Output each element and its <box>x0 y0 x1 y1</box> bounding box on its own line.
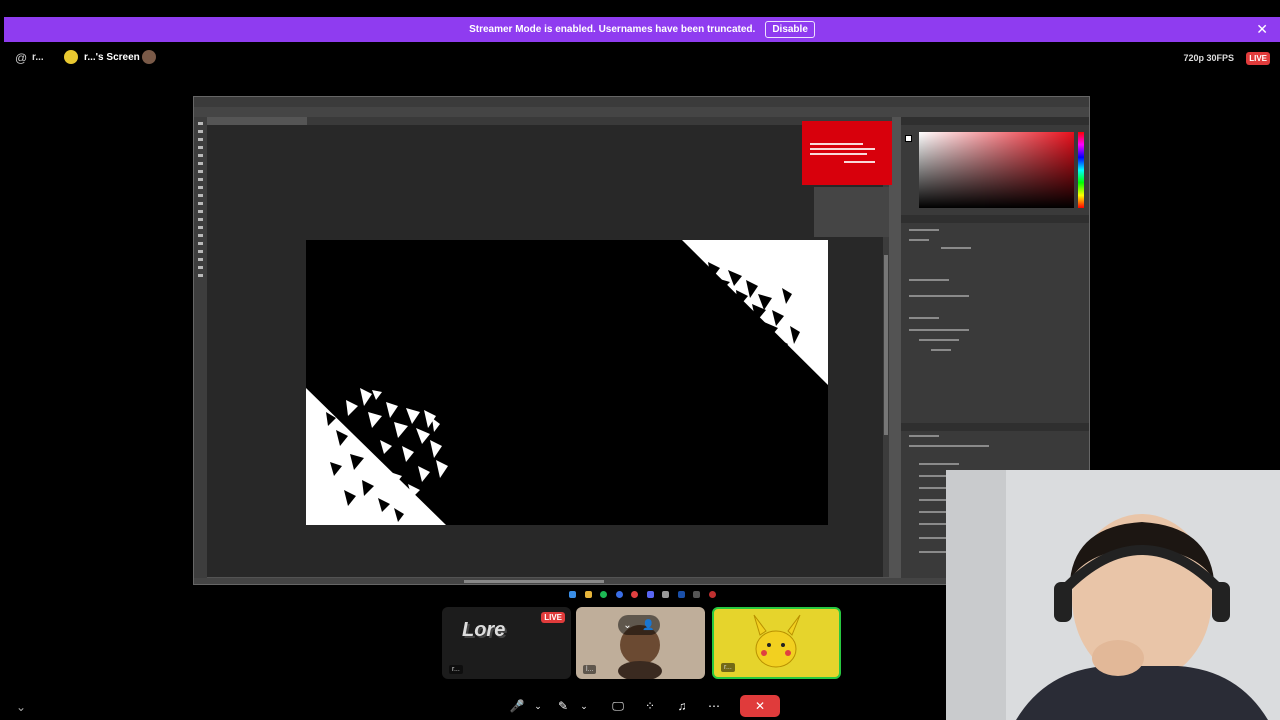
tile-live-badge: LIVE <box>541 612 565 623</box>
mic-options-chevron-icon[interactable]: ⌄ <box>528 697 548 715</box>
collapse-chevron-icon[interactable]: ⌄ <box>16 700 26 714</box>
channel-user[interactable]: r... <box>32 52 44 63</box>
chevron-down-icon[interactable]: ⌄ <box>623 620 631 631</box>
activities-icon[interactable]: ⁘ <box>640 697 660 715</box>
banner-message: Streamer Mode is enabled. Usernames have… <box>469 24 756 35</box>
ps-foreground-swatch <box>905 135 912 142</box>
tile-controls[interactable]: ⌄ 👤 <box>618 615 660 635</box>
tile-username: r... <box>449 665 463 674</box>
ps-toolbar <box>194 117 207 581</box>
participant-tile-speaking[interactable]: r... <box>712 607 841 679</box>
photoshop-icon <box>677 590 685 598</box>
tile-username: l... <box>583 665 597 674</box>
at-icon: @ <box>15 51 28 65</box>
screen-title: r...'s Screen <box>84 52 140 63</box>
ps-color-picker <box>919 132 1074 208</box>
stream-quality: 720p 30FPS <box>1183 53 1234 63</box>
participant-tile-stream[interactable]: Lore LIVE r... <box>442 607 571 679</box>
close-icon[interactable]: ✕ <box>1256 21 1268 37</box>
terminal-icon <box>693 590 701 598</box>
call-controls: 🎤 ⌄ ✎ ⌄ 🖵 ⁘ ♫ ⋯ ✕ <box>504 695 784 717</box>
spotify-icon <box>600 590 608 598</box>
ps-alert-popup <box>802 121 892 185</box>
streamer-avatar <box>64 50 78 64</box>
stream-preview-text: Lore <box>462 619 506 641</box>
ps-options-bar <box>194 107 1089 117</box>
ps-document-artwork <box>306 240 828 525</box>
shared-taskbar <box>565 587 720 601</box>
live-badge: LIVE <box>1246 52 1270 65</box>
artwork-svg <box>306 240 828 525</box>
disconnect-button[interactable]: ✕ <box>740 695 780 717</box>
user-icon[interactable]: 👤 <box>642 620 654 631</box>
stream-header: @ r... r...'s Screen 720p 30FPS LIVE <box>0 48 1280 70</box>
browser-icon <box>615 590 623 598</box>
windows-icon <box>569 590 577 598</box>
camera-options-chevron-icon[interactable]: ⌄ <box>574 697 594 715</box>
ps-hue-slider <box>1078 132 1084 208</box>
webcam-person <box>946 470 1280 720</box>
disable-streamer-mode-button[interactable]: Disable <box>765 21 815 38</box>
record-icon <box>708 590 716 598</box>
screen-share-icon[interactable]: 🖵 <box>608 697 628 715</box>
streamer-mode-banner: Streamer Mode is enabled. Usernames have… <box>4 17 1280 42</box>
more-options-icon[interactable]: ⋯ <box>704 697 724 715</box>
participant-tile-user[interactable]: ⌄ 👤 l... <box>576 607 705 679</box>
explorer-icon <box>584 590 592 598</box>
app-icon <box>662 590 670 598</box>
webcam-feed <box>946 470 1280 720</box>
ps-menu-bar <box>194 97 1089 107</box>
soundboard-icon[interactable]: ♫ <box>672 697 692 715</box>
chrome-icon <box>631 590 639 598</box>
camera-icon[interactable]: ✎ <box>553 697 573 715</box>
viewer-avatar <box>142 50 156 64</box>
ps-document-tabs <box>207 117 892 125</box>
discord-icon <box>646 590 654 598</box>
ps-floating-panel <box>814 187 889 237</box>
microphone-icon[interactable]: 🎤 <box>507 697 527 715</box>
tile-username: r... <box>721 663 735 672</box>
